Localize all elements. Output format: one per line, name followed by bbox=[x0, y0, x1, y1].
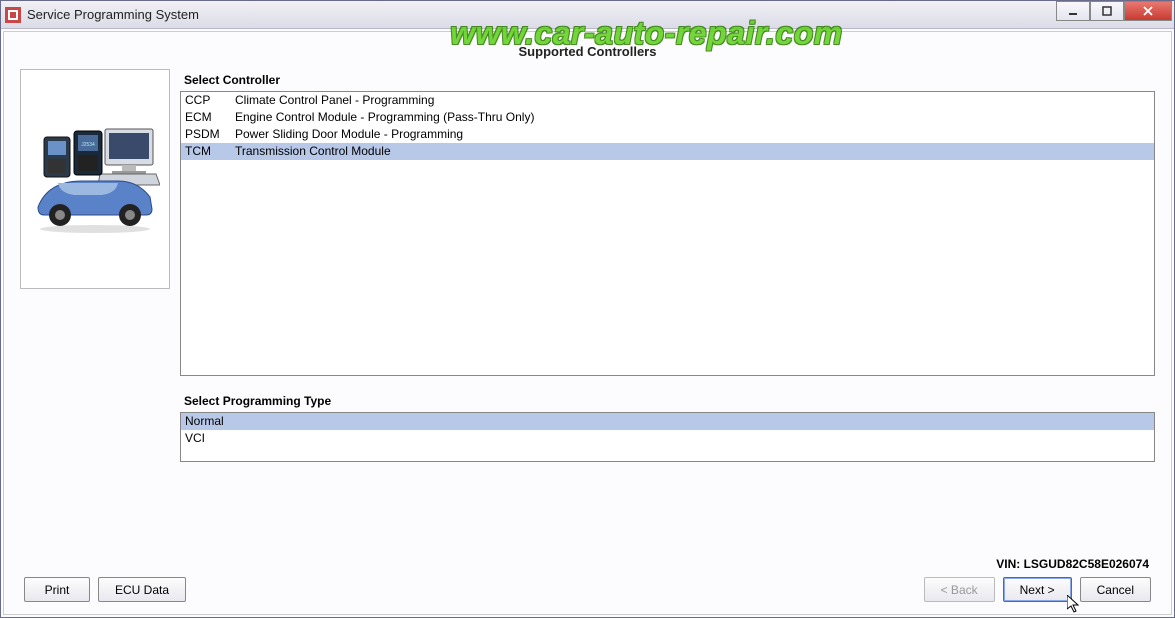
device-image-panel: J2534 bbox=[20, 69, 170, 289]
back-button[interactable]: < Back bbox=[924, 577, 995, 602]
controller-code: PSDM bbox=[185, 127, 235, 142]
titlebar: Service Programming System bbox=[1, 1, 1174, 29]
vin-value: LSGUD82C58E026074 bbox=[1024, 557, 1149, 571]
ecu-data-button[interactable]: ECU Data bbox=[98, 577, 186, 602]
print-button[interactable]: Print bbox=[24, 577, 90, 602]
vin-label: VIN: bbox=[996, 557, 1020, 571]
minimize-button[interactable] bbox=[1056, 1, 1090, 21]
progtype-panel-label: Select Programming Type bbox=[180, 390, 1155, 412]
page-title: Supported Controllers bbox=[12, 36, 1163, 65]
controller-code: CCP bbox=[185, 93, 235, 108]
content-area: Supported Controllers bbox=[3, 31, 1172, 615]
progtype-listbox[interactable]: Normal VCI bbox=[180, 412, 1155, 462]
controller-row[interactable]: PSDMPower Sliding Door Module - Programm… bbox=[181, 126, 1154, 143]
progtype-row[interactable]: Normal bbox=[181, 413, 1154, 430]
controller-code: ECM bbox=[185, 110, 235, 125]
controller-row[interactable]: CCPClimate Control Panel - Programming bbox=[181, 92, 1154, 109]
vin-row: VIN: LSGUD82C58E026074 bbox=[12, 551, 1163, 573]
progtype-label: VCI bbox=[185, 431, 205, 446]
close-button[interactable] bbox=[1124, 1, 1172, 21]
app-window: Service Programming System www.car-auto-… bbox=[0, 0, 1175, 618]
device-illustration-icon: J2534 bbox=[30, 119, 160, 239]
controller-row[interactable]: ECMEngine Control Module - Programming (… bbox=[181, 109, 1154, 126]
cancel-button[interactable]: Cancel bbox=[1080, 577, 1151, 602]
controller-desc: Power Sliding Door Module - Programming bbox=[235, 127, 1150, 142]
main-area: J2534 Select Controller CCPClimate Contr… bbox=[12, 65, 1163, 551]
controller-row[interactable]: TCMTransmission Control Module bbox=[181, 143, 1154, 160]
controller-desc: Climate Control Panel - Programming bbox=[235, 93, 1150, 108]
controller-panel-label: Select Controller bbox=[180, 69, 1155, 91]
controller-panel: Select Controller CCPClimate Control Pan… bbox=[180, 69, 1155, 376]
controller-listbox[interactable]: CCPClimate Control Panel - ProgrammingEC… bbox=[180, 91, 1155, 376]
app-icon bbox=[5, 7, 21, 23]
button-bar: Print ECU Data < Back Next > Cancel bbox=[12, 573, 1163, 610]
controller-code: TCM bbox=[185, 144, 235, 159]
controller-desc: Engine Control Module - Programming (Pas… bbox=[235, 110, 1150, 125]
svg-text:J2534: J2534 bbox=[81, 142, 95, 148]
progtype-row[interactable]: VCI bbox=[181, 430, 1154, 447]
next-button[interactable]: Next > bbox=[1003, 577, 1072, 602]
right-panel: Select Controller CCPClimate Control Pan… bbox=[180, 69, 1155, 551]
window-controls bbox=[1056, 1, 1172, 21]
progtype-panel: Select Programming Type Normal VCI bbox=[180, 390, 1155, 462]
controller-desc: Transmission Control Module bbox=[235, 144, 1150, 159]
window-title: Service Programming System bbox=[27, 7, 199, 22]
maximize-button[interactable] bbox=[1090, 1, 1124, 21]
progtype-label: Normal bbox=[185, 414, 224, 429]
